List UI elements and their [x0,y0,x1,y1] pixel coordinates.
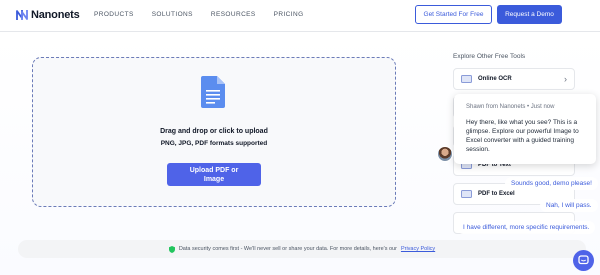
tool-label: PDF to Excel [478,191,515,197]
privacy-policy-link[interactable]: Privacy Policy [401,246,435,252]
brand-logo[interactable]: Nanonets [16,9,80,21]
chat-message: Hey there, like what you see? This is a … [466,119,579,153]
chat-sender: Shawn from Nanonets • Just now [466,104,555,110]
chat-icon [578,255,589,265]
image-icon [461,75,472,83]
nav-link-pricing[interactable]: PRICING [274,11,304,18]
agent-avatar [437,146,453,162]
upload-button[interactable]: Upload PDF or Image [167,163,261,186]
nav-link-resources[interactable]: RESOURCES [211,11,256,18]
image-icon [461,190,472,198]
nav-link-products[interactable]: PRODUCTS [94,11,134,18]
nanonets-logo-icon [16,10,28,20]
chat-launcher-button[interactable] [573,250,594,271]
security-text: Data security comes first - We'll never … [178,246,397,252]
nav-link-solutions[interactable]: SOLUTIONS [152,11,193,18]
brand-name: Nanonets [31,9,80,21]
chevron-right-icon: › [564,74,567,84]
reply-pass-button[interactable]: Nah, I will pass. [540,199,598,212]
upload-button-label-line2: Image [203,176,225,183]
get-started-button[interactable]: Get Started For Free [415,5,492,24]
top-navbar: Nanonets PRODUCTS SOLUTIONS RESOURCES PR… [0,0,600,32]
reply-requirements-button[interactable]: I have different, more specific requirem… [457,221,596,234]
supported-formats: PNG, JPG, PDF formats supported [160,140,268,147]
dropzone-title: Drag and drop or click to upload [160,128,268,135]
nav-links: PRODUCTS SOLUTIONS RESOURCES PRICING [94,11,304,18]
shield-icon [168,245,175,253]
tool-label: Online OCR [478,76,512,82]
tools-heading: Explore Other Free Tools [453,53,526,60]
security-notice: Data security comes first - We'll never … [18,240,586,258]
tool-online-ocr[interactable]: Online OCR › [453,68,575,90]
upload-dropzone[interactable]: Drag and drop or click to upload PNG, JP… [32,57,396,207]
upload-button-label-line1: Upload PDF or [189,167,239,174]
reply-demo-button[interactable]: Sounds good, demo please! [505,177,598,190]
chat-popup[interactable]: Shawn from Nanonets • Just now Hey there… [454,94,596,164]
document-icon [201,76,225,108]
request-demo-button[interactable]: Request a Demo [497,5,562,24]
